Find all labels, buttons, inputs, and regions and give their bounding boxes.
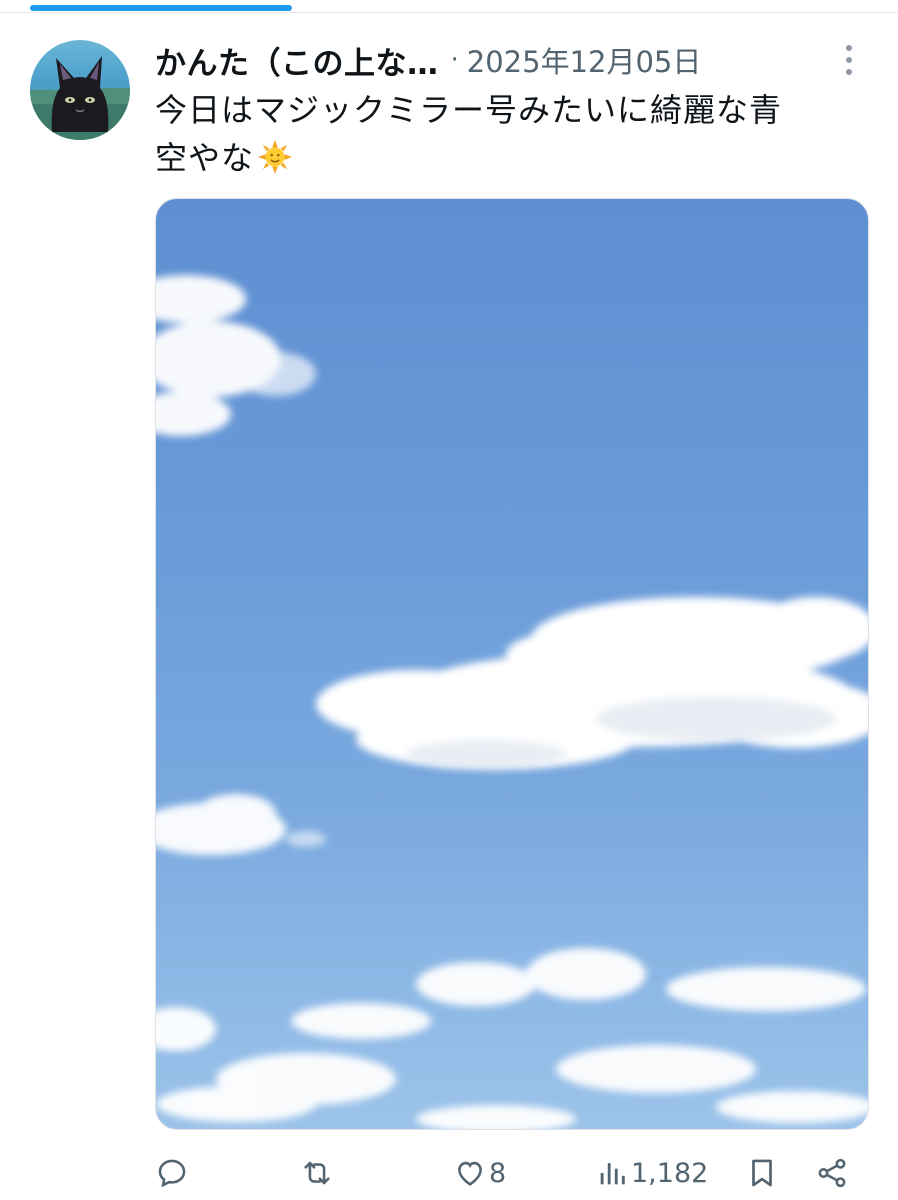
like-button[interactable]: 8 <box>453 1148 506 1198</box>
share-button[interactable] <box>815 1148 849 1198</box>
share-icon <box>818 1158 846 1188</box>
post-date[interactable]: 2025年12月05日 <box>467 39 702 81</box>
reply-icon <box>158 1159 186 1188</box>
reply-button[interactable] <box>155 1148 191 1198</box>
views-count: 1,182 <box>631 1157 709 1189</box>
bookmark-button[interactable] <box>745 1148 779 1198</box>
post-header: かんた（この上な… · 2025年12月05日 <box>155 38 701 82</box>
repost-icon <box>304 1161 330 1185</box>
views-button[interactable]: 1,182 <box>595 1148 708 1198</box>
heart-icon <box>458 1161 482 1186</box>
analytics-icon <box>600 1163 625 1185</box>
top-divider <box>0 12 898 13</box>
vertical-ellipsis-icon <box>846 45 852 75</box>
bookmark-icon <box>752 1159 772 1187</box>
black-cat-avatar-icon <box>30 56 130 140</box>
post-text-line-2: 空やな <box>155 139 255 177</box>
like-count: 8 <box>489 1157 507 1189</box>
display-name[interactable]: かんた（この上な… <box>155 38 439 83</box>
post-text-line-1: 今日はマジックミラー号みたいに綺麗な青 <box>155 91 783 129</box>
sun-with-face-icon <box>258 140 293 174</box>
more-options-button[interactable] <box>836 42 862 78</box>
blue-sky-clouds-image <box>156 275 868 1129</box>
header-separator: · <box>450 45 459 75</box>
post-actions-bar: 8 1,182 <box>155 1148 867 1198</box>
loading-progress-bar <box>30 5 292 11</box>
post-image[interactable] <box>155 198 869 1130</box>
repost-button[interactable] <box>300 1148 336 1198</box>
post-text-line-2-wrapper: 空やな <box>155 134 875 182</box>
post-text: 今日はマジックミラー号みたいに綺麗な青 空やな <box>155 86 875 182</box>
avatar[interactable] <box>30 40 130 140</box>
